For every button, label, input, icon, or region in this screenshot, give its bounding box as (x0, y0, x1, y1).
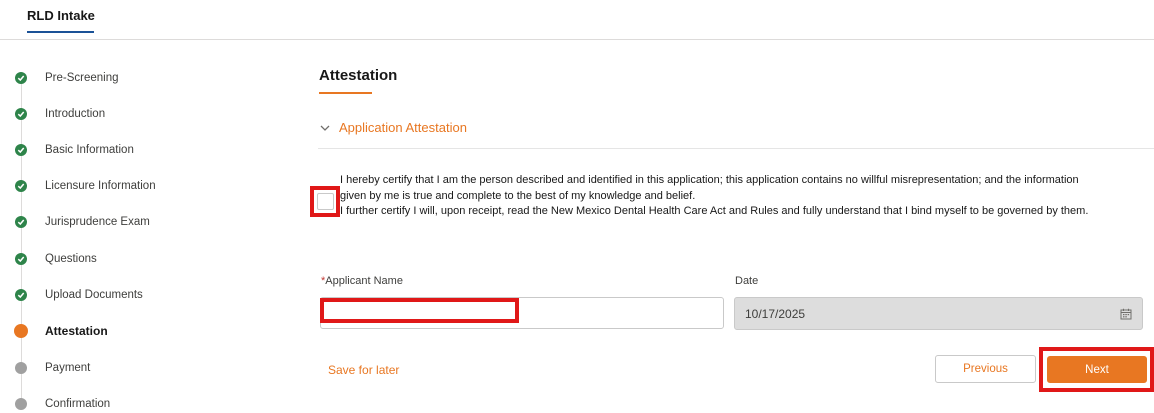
active-tab-indicator (27, 31, 94, 33)
applicant-name-label: *Applicant Name (321, 275, 403, 287)
calendar-icon (1120, 308, 1132, 320)
page-title: Attestation (319, 67, 398, 84)
top-bar: RLD Intake (0, 0, 1154, 40)
step-pre-screening[interactable]: Pre-Screening (15, 68, 119, 88)
save-for-later-link[interactable]: Save for later (328, 363, 399, 377)
previous-button[interactable]: Previous (935, 355, 1036, 383)
step-label: Upload Documents (45, 289, 143, 301)
title-underline (319, 92, 372, 94)
check-circle-icon (15, 108, 27, 120)
step-basic-information[interactable]: Basic Information (15, 140, 134, 160)
step-upload-documents[interactable]: Upload Documents (15, 285, 143, 305)
step-licensure-information[interactable]: Licensure Information (15, 176, 156, 196)
attestation-statement: I hereby certify that I am the person de… (340, 173, 1100, 220)
attestation-line-1: I hereby certify that I am the person de… (340, 174, 1079, 202)
step-label: Basic Information (45, 144, 134, 156)
check-circle-icon (15, 72, 27, 84)
step-label: Confirmation (45, 398, 111, 410)
accordion-application-attestation[interactable]: Application Attestation (320, 120, 467, 135)
attestation-line-2: I further certify I will, upon receipt, … (340, 205, 1089, 217)
step-label: Jurisprudence Exam (45, 216, 150, 228)
date-label: Date (735, 275, 759, 287)
step-introduction[interactable]: Introduction (15, 104, 105, 124)
applicant-name-label-text: Applicant Name (325, 275, 403, 287)
highlight-box-applicant-name (320, 298, 519, 323)
check-circle-icon (15, 289, 27, 301)
step-questions[interactable]: Questions (15, 249, 97, 269)
step-label: Licensure Information (45, 180, 156, 192)
step-label: Introduction (45, 108, 106, 120)
step-jurisprudence-exam[interactable]: Jurisprudence Exam (15, 212, 150, 232)
divider (318, 148, 1154, 149)
step-label: Questions (45, 253, 97, 265)
current-step-icon (14, 324, 28, 338)
step-confirmation[interactable]: Confirmation (15, 394, 110, 413)
date-field: 10/17/2025 (734, 297, 1143, 330)
step-payment[interactable]: Payment (15, 358, 90, 378)
highlight-box-checkbox (310, 186, 340, 217)
check-circle-icon (15, 253, 27, 265)
accordion-label: Application Attestation (339, 120, 467, 135)
pending-step-icon (15, 362, 27, 374)
step-label: Payment (45, 362, 91, 374)
highlight-box-next (1039, 347, 1154, 392)
step-label: Pre-Screening (45, 72, 119, 84)
app-tab-rld-intake[interactable]: RLD Intake (27, 8, 95, 23)
check-circle-icon (15, 144, 27, 156)
pending-step-icon (15, 398, 27, 410)
step-attestation[interactable]: Attestation (14, 321, 108, 341)
check-circle-icon (15, 216, 27, 228)
chevron-down-icon (320, 125, 330, 131)
date-value: 10/17/2025 (745, 306, 806, 321)
check-circle-icon (15, 180, 27, 192)
step-label: Attestation (45, 324, 108, 338)
